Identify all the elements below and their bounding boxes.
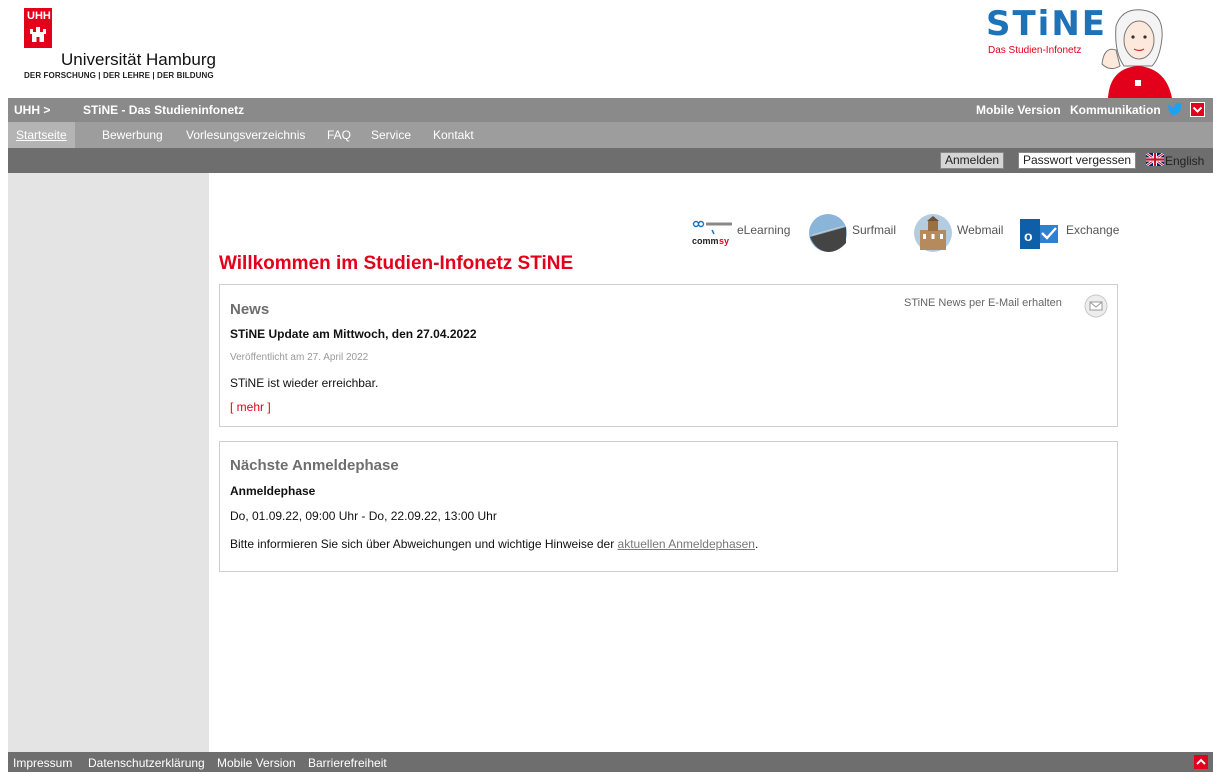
registration-phase-subtitle: Anmeldephase xyxy=(230,484,316,498)
outlook-icon: o xyxy=(1020,219,1058,249)
news-email-subscribe-link[interactable]: STiNE News per E-Mail erhalten xyxy=(904,297,1062,309)
nav-item-faq[interactable]: FAQ xyxy=(319,122,359,148)
registration-phase-heading: Nächste Anmeldephase xyxy=(230,457,399,474)
service-exchange-label: Exchange xyxy=(1066,223,1120,237)
svg-text:comm: comm xyxy=(692,236,719,246)
news-published-date: Veröffentlicht am 27. April 2022 xyxy=(230,352,369,363)
nav-item-service[interactable]: Service xyxy=(363,122,419,148)
university-logo[interactable]: UHH Universität Hamburg DER FORSCHUNG | … xyxy=(24,8,244,88)
stine-subtitle: Das Studien-Infonetz xyxy=(988,45,1082,56)
login-bar: Anmelden Passwort vergessen English xyxy=(8,148,1213,173)
footer-privacy-link[interactable]: Datenschutzerklärung xyxy=(88,756,205,770)
nav-item-bewerbung[interactable]: Bewerbung xyxy=(94,122,171,148)
current-registration-phases-link[interactable]: aktuellen Anmeldephasen xyxy=(618,537,755,551)
svg-text:sy: sy xyxy=(719,236,729,246)
nav-item-vorlesungsverzeichnis[interactable]: Vorlesungsverzeichnis xyxy=(178,122,313,148)
news-heading: News xyxy=(230,301,270,318)
university-tagline: DER FORSCHUNG | DER LEHRE | DER BILDUNG xyxy=(24,71,214,80)
mobile-version-link[interactable]: Mobile Version xyxy=(976,103,1061,117)
service-elearning[interactable]: comm sy eLearning xyxy=(692,212,802,254)
stine-logo[interactable]: STiNE Das Studien-Infonetz xyxy=(982,4,1182,98)
uk-flag-icon[interactable] xyxy=(1146,153,1164,166)
breadcrumb-current[interactable]: STiNE - Das Studieninfonetz xyxy=(83,103,244,117)
chevron-down-icon xyxy=(1192,106,1203,113)
news-headline: STiNE Update am Mittwoch, den 27.04.2022 xyxy=(230,327,477,341)
footer-mobile-version-link[interactable]: Mobile Version xyxy=(217,756,296,770)
registration-hint-text: Bitte informieren Sie sich über Abweichu… xyxy=(230,537,618,551)
page-title: Willkommen im Studien-Infonetz STiNE xyxy=(219,253,574,274)
communication-dropdown-toggle[interactable] xyxy=(1190,102,1205,117)
surfmail-icon xyxy=(809,214,847,252)
nav-item-startseite[interactable]: Startseite xyxy=(8,122,75,148)
left-sidebar xyxy=(8,173,209,752)
chevron-up-icon xyxy=(1196,758,1206,765)
kommunikation-link[interactable]: Kommunikation xyxy=(1070,103,1161,117)
openolat-commsy-icon: comm sy xyxy=(692,220,732,246)
service-elearning-label: eLearning xyxy=(737,223,791,237)
stine-mascot-icon xyxy=(1101,9,1172,98)
svg-text:o: o xyxy=(1024,228,1033,244)
service-surfmail-label: Surfmail xyxy=(852,223,897,237)
registration-phase-hint: Bitte informieren Sie sich über Abweichu… xyxy=(230,537,758,551)
news-panel: News STiNE News per E-Mail erhalten STiN… xyxy=(219,284,1118,427)
mail-icon[interactable] xyxy=(1084,294,1108,318)
stine-logo-text: STiNE xyxy=(986,4,1108,44)
forgot-password-button[interactable]: Passwort vergessen xyxy=(1018,152,1137,169)
back-to-top-button[interactable] xyxy=(1194,755,1208,769)
uhh-badge: UHH xyxy=(24,8,52,48)
news-body: STiNE ist wieder erreichbar. xyxy=(230,376,379,390)
header: UHH Universität Hamburg DER FORSCHUNG | … xyxy=(0,0,1213,98)
service-surfmail[interactable]: Surfmail xyxy=(808,212,903,254)
twitter-icon[interactable] xyxy=(1166,102,1184,118)
footer: Impressum Datenschutzerklärung Mobile Ve… xyxy=(8,752,1213,772)
hamburg-castle-icon xyxy=(30,27,46,42)
service-exchange[interactable]: o Exchange xyxy=(1020,212,1130,254)
service-webmail-label: Webmail xyxy=(957,223,1004,237)
top-bar: UHH > STiNE - Das Studieninfonetz Mobile… xyxy=(8,98,1213,122)
registration-hint-suffix: . xyxy=(754,537,759,551)
main-navigation: Startseite Bewerbung Vorlesungsverzeichn… xyxy=(8,122,1213,148)
registration-phase-panel: Nächste Anmeldephase Anmeldephase Do, 01… xyxy=(219,441,1118,572)
footer-accessibility-link[interactable]: Barrierefreiheit xyxy=(308,756,387,770)
language-switch-english[interactable]: English xyxy=(1165,154,1204,168)
webmail-icon xyxy=(914,214,952,252)
registration-phase-dates: Do, 01.09.22, 09:00 Uhr - Do, 22.09.22, … xyxy=(230,509,497,523)
breadcrumb-home[interactable]: UHH > xyxy=(14,103,50,117)
uhh-badge-text: UHH xyxy=(27,10,51,22)
footer-impressum-link[interactable]: Impressum xyxy=(13,756,72,770)
university-name: Universität Hamburg xyxy=(61,50,216,69)
nav-item-kontakt[interactable]: Kontakt xyxy=(425,122,482,148)
news-more-link[interactable]: [ mehr ] xyxy=(230,400,271,414)
login-button[interactable]: Anmelden xyxy=(940,152,1005,169)
service-webmail[interactable]: Webmail xyxy=(913,212,1013,254)
